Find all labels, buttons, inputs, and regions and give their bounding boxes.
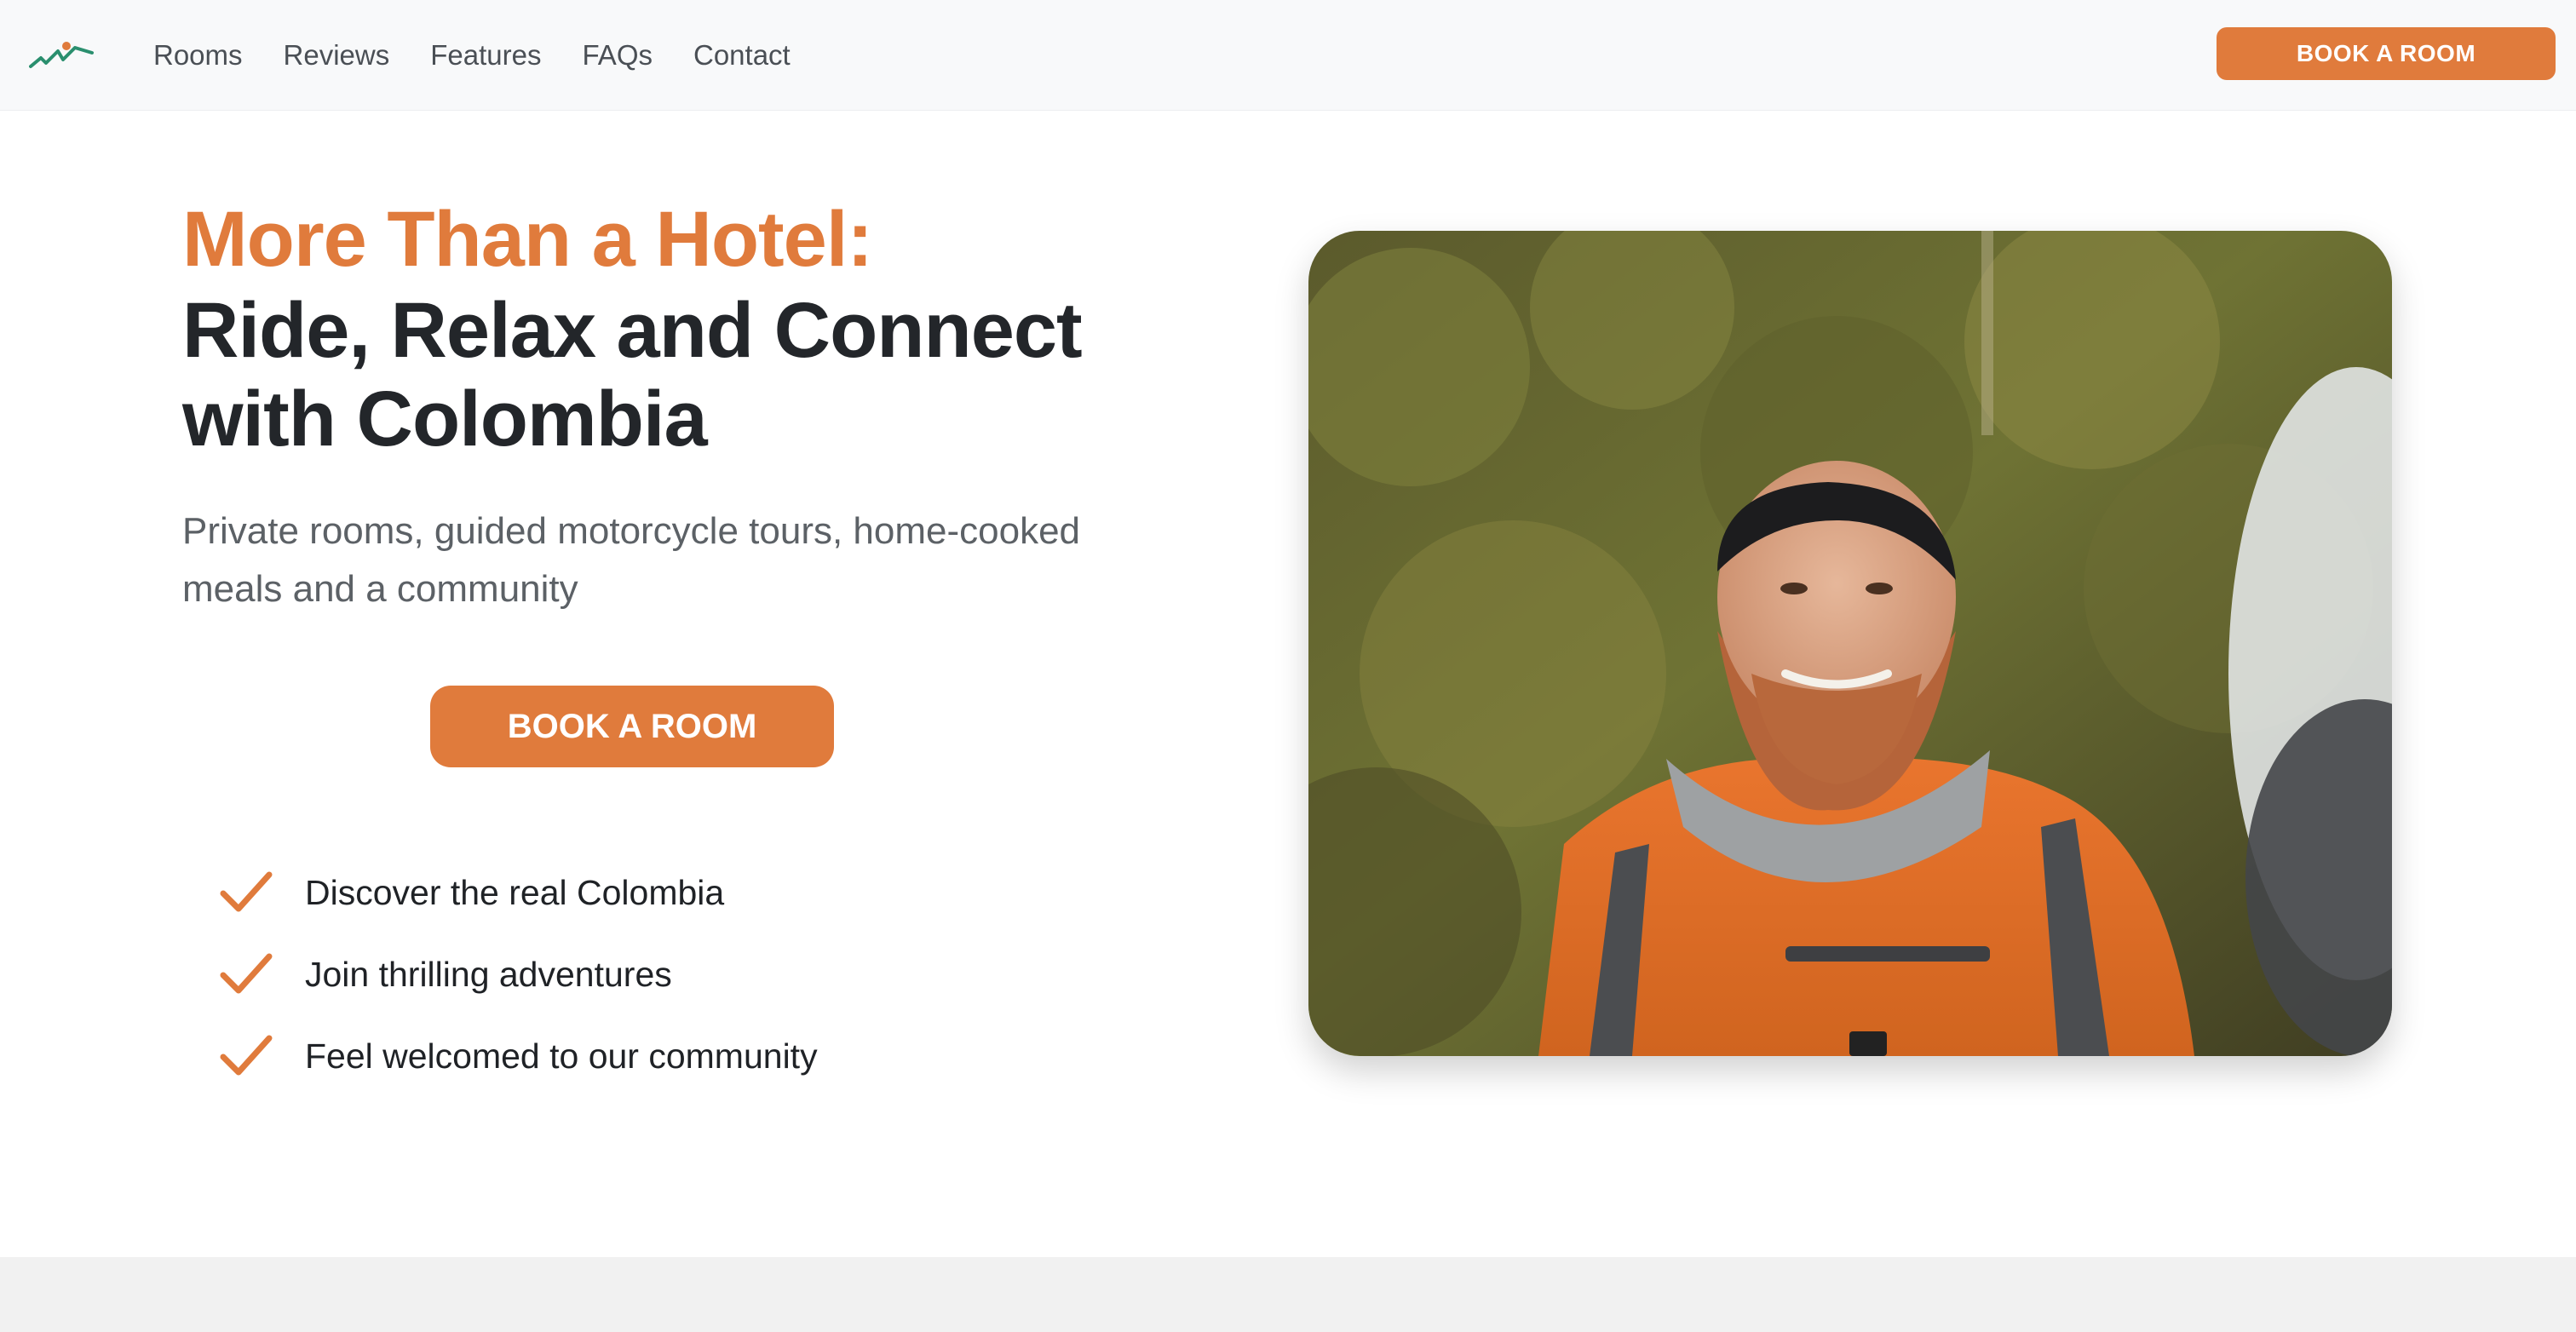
- mountain-road-logo-icon[interactable]: [29, 37, 94, 72]
- hero-book-room-button[interactable]: BOOK A ROOM: [430, 686, 834, 767]
- nav-link-faqs[interactable]: FAQs: [582, 39, 653, 72]
- feature-text: Feel welcomed to our community: [305, 1036, 818, 1076]
- feature-item: Join thrilling adventures: [220, 933, 818, 1015]
- feature-list: Discover the real Colombia Join thrillin…: [220, 852, 818, 1097]
- feature-item: Feel welcomed to our community: [220, 1015, 818, 1097]
- feature-item: Discover the real Colombia: [220, 852, 818, 933]
- smiling-bearded-motorcyclist-photo: [1308, 231, 2392, 1056]
- next-section-band: [0, 1257, 2576, 1332]
- main-nav: Rooms Reviews Features FAQs Contact: [153, 0, 831, 111]
- feature-text: Discover the real Colombia: [305, 872, 725, 912]
- headline-line-3: with Colombia: [182, 376, 708, 462]
- hero-headline: More Than a Hotel: Ride, Relax and Conne…: [182, 192, 1205, 463]
- nav-link-reviews[interactable]: Reviews: [284, 39, 390, 72]
- headline-accent-line: More Than a Hotel:: [182, 196, 873, 283]
- nav-link-rooms[interactable]: Rooms: [153, 39, 243, 72]
- hero-photo: [1308, 231, 2392, 1056]
- feature-text: Join thrilling adventures: [305, 954, 672, 994]
- check-icon: [220, 1035, 273, 1076]
- headline-line-2: Ride, Relax and Connect: [182, 287, 1083, 374]
- nav-book-room-button[interactable]: BOOK A ROOM: [2217, 27, 2556, 80]
- check-icon: [220, 871, 273, 912]
- nav-link-features[interactable]: Features: [430, 39, 541, 72]
- navbar: Rooms Reviews Features FAQs Contact BOOK…: [0, 0, 2576, 111]
- hero-subtitle: Private rooms, guided motorcycle tours, …: [182, 510, 1081, 610]
- check-icon: [220, 953, 273, 994]
- nav-link-contact[interactable]: Contact: [693, 39, 791, 72]
